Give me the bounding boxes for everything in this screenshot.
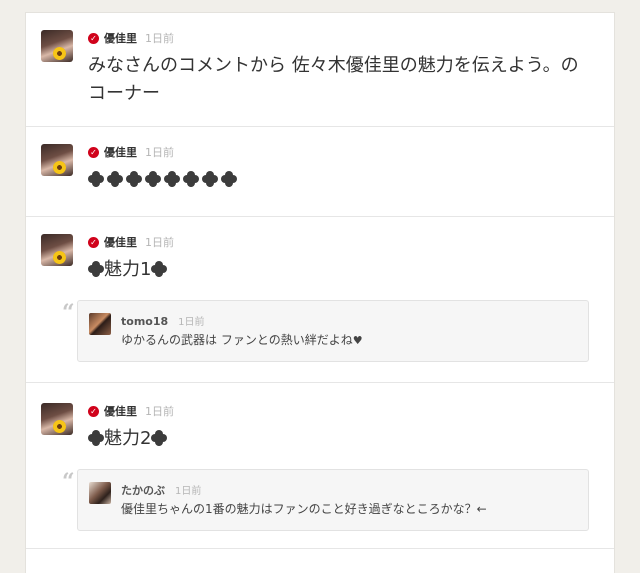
author-name[interactable]: 優佳里 <box>104 144 137 160</box>
reply-time: 1日前 <box>178 317 205 328</box>
clover-icon <box>88 171 104 187</box>
reply-text: ゆかるんの武器は ファンとの熱い絆だよね♥ <box>121 333 363 347</box>
comment-post: ✓ 優佳里 1日前 魅力1 “ tomo18 1日前 ゆかるんの武器は ファンとの… <box>26 217 614 383</box>
check-badge-icon: ✓ <box>88 236 99 248</box>
clover-icon <box>107 171 123 187</box>
sunflower-icon <box>53 47 66 60</box>
clover-row <box>88 171 237 187</box>
sunflower-icon <box>53 251 66 264</box>
check-badge-icon: ✓ <box>88 146 99 158</box>
post-meta: ✓ 優佳里 1日前 <box>88 144 174 160</box>
comment-feed: ✓ 優佳里 1日前 みなさんのコメントから 佐々木優佳里の魅力を伝えよう。のコー… <box>25 12 615 573</box>
comment-post: ✓ 優佳里 1日前 みなさんのコメントから 佐々木優佳里の魅力を伝えよう。のコー… <box>26 13 614 127</box>
quoted-reply[interactable]: tomo18 1日前 ゆかるんの武器は ファンとの熱い絆だよね♥ <box>77 300 589 362</box>
post-meta: ✓ 優佳里 1日前 <box>88 30 174 46</box>
post-time: 1日前 <box>145 146 174 159</box>
post-text: 魅力2 <box>88 425 593 453</box>
reply-text: 優佳里ちゃんの1番の魅力はファンのこと好き過ぎなところかな？← <box>121 502 487 516</box>
clover-icon <box>88 261 104 277</box>
check-badge-icon: ✓ <box>88 405 99 417</box>
post-text: みなさんのコメントから 佐々木優佳里の魅力を伝えよう。のコーナー <box>88 55 579 104</box>
clover-icon <box>88 430 104 446</box>
reply-author[interactable]: tomo18 1日前 <box>121 313 205 328</box>
post-meta: ✓ 優佳里 1日前 <box>88 403 174 419</box>
comment-post: ✓ 優佳里 1日前 魅力2 “ たかのぶ 1日前 優佳里ちゃんの1番の魅力はファン… <box>26 383 614 549</box>
author-name[interactable]: 優佳里 <box>104 234 137 250</box>
quote-icon: “ <box>62 300 75 326</box>
clover-icon <box>164 171 180 187</box>
comment-post: ✓ 優佳里 1日前 <box>26 127 614 217</box>
clover-icon <box>221 171 237 187</box>
avatar[interactable] <box>41 234 73 266</box>
heart-icon: ♥ <box>352 334 363 347</box>
sunflower-icon <box>53 420 66 433</box>
clover-icon <box>126 171 142 187</box>
avatar[interactable] <box>41 30 73 62</box>
post-text: 魅力1 <box>88 256 593 284</box>
charm-label: 魅力2 <box>104 428 152 449</box>
clover-icon <box>183 171 199 187</box>
charm-label: 魅力1 <box>104 259 152 280</box>
avatar[interactable] <box>41 403 73 435</box>
post-time: 1日前 <box>145 32 174 45</box>
reply-avatar[interactable] <box>89 313 111 335</box>
clover-icon <box>151 430 168 446</box>
post-meta: ✓ 優佳里 1日前 <box>88 234 174 250</box>
author-name[interactable]: 優佳里 <box>104 30 137 46</box>
sunflower-icon <box>53 161 66 174</box>
quote-icon: “ <box>62 469 75 495</box>
clover-icon <box>151 261 168 277</box>
reply-time: 1日前 <box>175 486 202 497</box>
check-badge-icon: ✓ <box>88 32 99 44</box>
clover-icon <box>202 171 218 187</box>
reply-avatar[interactable] <box>89 482 111 504</box>
post-time: 1日前 <box>145 405 174 418</box>
post-time: 1日前 <box>145 236 174 249</box>
reply-author[interactable]: たかのぶ 1日前 <box>121 482 201 498</box>
avatar[interactable] <box>41 144 73 176</box>
author-name[interactable]: 優佳里 <box>104 403 137 419</box>
quoted-reply[interactable]: たかのぶ 1日前 優佳里ちゃんの1番の魅力はファンのこと好き過ぎなところかな？← <box>77 469 589 531</box>
clover-icon <box>145 171 161 187</box>
